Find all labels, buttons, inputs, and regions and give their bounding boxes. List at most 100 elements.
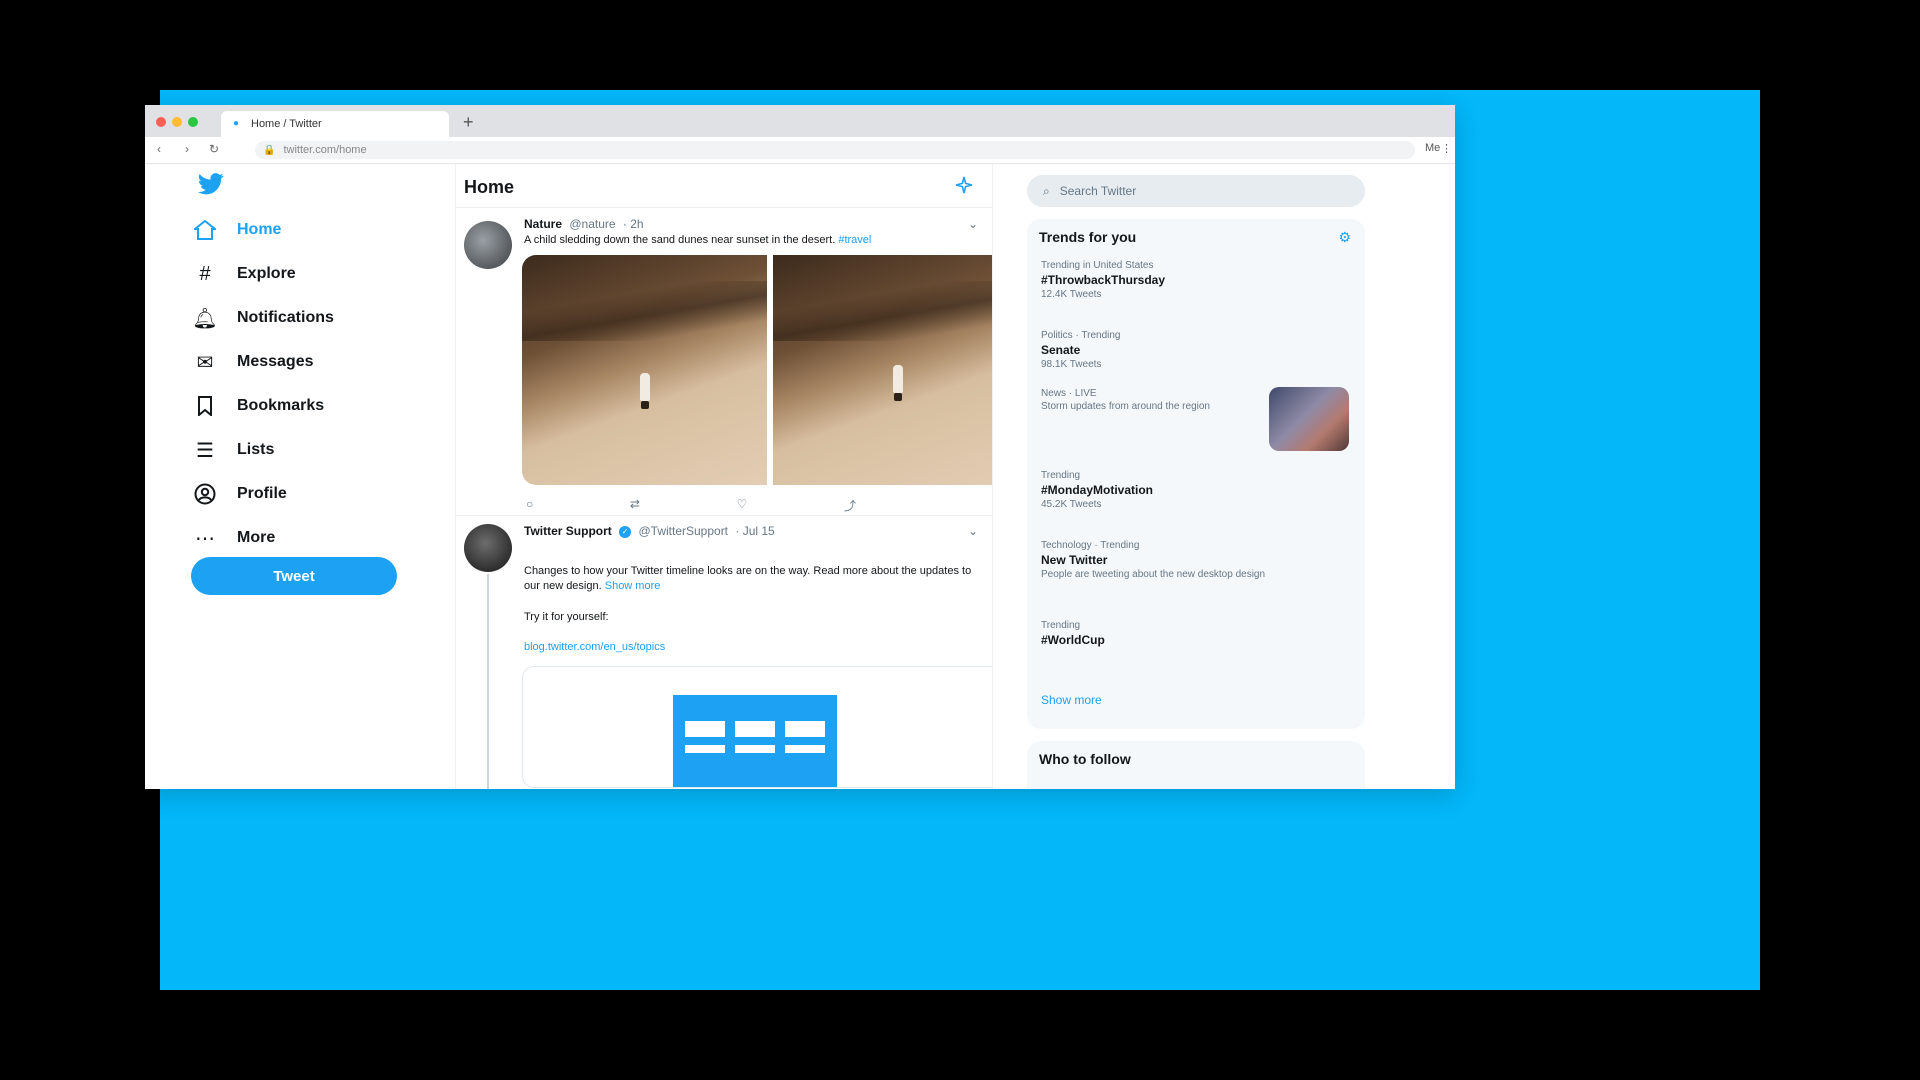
- bookmark-icon: [191, 394, 219, 418]
- news-item[interactable]: News · LIVE Storm updates from around th…: [1041, 387, 1351, 451]
- share-icon[interactable]: ⤴: [844, 497, 856, 514]
- trend-item[interactable]: Trending #WorldCup: [1041, 619, 1351, 648]
- trend-item[interactable]: Trending #MondayMotivation 45.2K Tweets: [1041, 469, 1351, 511]
- sparkle-icon[interactable]: [954, 175, 974, 195]
- close-window-button[interactable]: [156, 117, 166, 127]
- tweet[interactable]: Nature @nature · 2h ⌄ A child sledding d…: [456, 207, 992, 515]
- sidebar-item-notifications[interactable]: 🔔︎ Notifications: [191, 301, 391, 335]
- tweet-author-handle[interactable]: @TwitterSupport: [638, 524, 728, 538]
- retweet-icon[interactable]: ⇄: [630, 497, 640, 514]
- like-icon[interactable]: ♡: [737, 497, 748, 514]
- bell-icon: 🔔︎: [192, 307, 218, 330]
- trend-title: New Twitter: [1041, 553, 1108, 567]
- trend-item[interactable]: Trending in United States #ThrowbackThur…: [1041, 259, 1351, 301]
- tweet-author-name[interactable]: Twitter Support: [524, 524, 612, 538]
- tweet-photo[interactable]: [773, 255, 992, 485]
- tweet-author-name[interactable]: Nature: [524, 217, 562, 231]
- card-logo-image: [673, 695, 837, 787]
- avatar[interactable]: [464, 524, 512, 572]
- trend-count: 45.2K Tweets: [1041, 499, 1102, 510]
- tweet-hashtag-link[interactable]: #travel: [838, 234, 871, 246]
- trend-category: Politics · Trending: [1041, 330, 1121, 341]
- news-thumbnail[interactable]: [1269, 387, 1349, 451]
- tweet-photo[interactable]: [522, 255, 767, 485]
- tweet-url-link[interactable]: blog.twitter.com/en_us/topics: [524, 640, 976, 655]
- tweet-media[interactable]: [522, 255, 992, 485]
- verified-badge-icon: ✓: [619, 525, 632, 538]
- address-bar-url: twitter.com/home: [283, 144, 367, 156]
- tweet-header: Nature @nature · 2h: [524, 217, 644, 231]
- reload-button[interactable]: ↻: [209, 142, 219, 156]
- trends-title: Trends for you: [1039, 229, 1137, 245]
- sidebar-item-label: Bookmarks: [237, 397, 325, 414]
- forward-button[interactable]: ›: [185, 142, 189, 156]
- tweet-timestamp[interactable]: · 2h: [623, 217, 644, 231]
- sidebar-item-messages[interactable]: ✉ Messages: [191, 345, 391, 379]
- more-icon: ⋯: [195, 527, 215, 550]
- twitter-page: Home # Explore 🔔︎ Notifications ✉ Messag…: [145, 163, 1455, 789]
- trend-title: #ThrowbackThursday: [1041, 273, 1166, 287]
- profile-icon: [191, 482, 219, 506]
- tweet-text-body: A child sledding down the sand dunes nea…: [524, 234, 836, 246]
- tweet-timestamp[interactable]: · Jul 15: [735, 524, 774, 538]
- gear-icon[interactable]: ⚙: [1338, 229, 1351, 246]
- sidebar-item-bookmarks[interactable]: Bookmarks: [191, 389, 391, 423]
- home-icon: [191, 218, 219, 242]
- who-to-follow-panel: Who to follow: [1027, 741, 1365, 789]
- show-more-link[interactable]: Show more: [605, 580, 661, 592]
- dune-shadow: [522, 281, 767, 341]
- maximize-window-button[interactable]: [188, 117, 198, 127]
- tweet-menu-chevron-icon[interactable]: ⌄: [968, 217, 978, 231]
- list-icon: ☰: [196, 439, 214, 462]
- profile-button[interactable]: Me: [1425, 142, 1440, 154]
- right-sidebar: ⌕ Search Twitter Trends for you ⚙ Trendi…: [1021, 163, 1371, 789]
- new-tab-button[interactable]: +: [463, 112, 474, 133]
- reply-icon[interactable]: ○: [526, 497, 533, 514]
- address-bar[interactable]: 🔒 twitter.com/home: [255, 141, 1415, 159]
- trend-category: Trending in United States: [1041, 260, 1154, 271]
- sidebar-item-more[interactable]: ⋯ More: [191, 521, 391, 555]
- sidebar-item-profile[interactable]: Profile: [191, 477, 391, 511]
- search-input[interactable]: Search Twitter: [1060, 184, 1136, 198]
- sidebar-item-label: Notifications: [237, 309, 334, 326]
- minimize-window-button[interactable]: [172, 117, 182, 127]
- link-preview-card[interactable]: [522, 666, 992, 788]
- show-more-link[interactable]: Show more: [1041, 693, 1102, 707]
- hashtag-icon: #: [199, 262, 211, 285]
- tweet-menu-chevron-icon[interactable]: ⌄: [968, 524, 978, 538]
- sidebar-item-home[interactable]: Home: [191, 213, 391, 247]
- sidebar-item-label: Lists: [237, 441, 275, 458]
- browser-tab[interactable]: ● Home / Twitter: [221, 111, 449, 137]
- tweet-text-line: Try it for yourself:: [524, 611, 609, 623]
- sidebar-item-lists[interactable]: ☰ Lists: [191, 433, 391, 467]
- browser-window: ● Home / Twitter + ‹ › ↻ 🔒 twitter.com/h…: [145, 105, 1455, 789]
- tweet[interactable]: Twitter Support ✓ @TwitterSupport · Jul …: [456, 515, 992, 789]
- trend-category: Technology · Trending: [1041, 540, 1140, 551]
- trend-title: #WorldCup: [1041, 633, 1105, 647]
- trend-count: 12.4K Tweets: [1041, 289, 1102, 300]
- search-bar[interactable]: ⌕ Search Twitter: [1027, 175, 1365, 207]
- trend-item[interactable]: Technology · Trending New Twitter People…: [1041, 539, 1351, 581]
- tweet-author-handle[interactable]: @nature: [569, 217, 615, 231]
- lock-icon: 🔒: [263, 144, 276, 156]
- tweet-text-body: Changes to how your Twitter timeline loo…: [524, 565, 972, 592]
- browser-tab-bar: ● Home / Twitter +: [145, 105, 1455, 137]
- trend-count: 98.1K Tweets: [1041, 359, 1102, 370]
- twitter-favicon-icon: ●: [233, 118, 240, 129]
- trend-item[interactable]: Politics · Trending Senate 98.1K Tweets: [1041, 329, 1351, 371]
- sidebar-item-label: More: [237, 529, 276, 546]
- who-to-follow-title: Who to follow: [1039, 751, 1131, 767]
- tab-title: Home / Twitter: [251, 118, 322, 130]
- home-timeline: Home Nature @nature · 2h ⌄ A child sledd…: [455, 163, 993, 789]
- twitter-logo-icon[interactable]: [197, 173, 225, 195]
- back-button[interactable]: ‹: [157, 142, 161, 156]
- sidebar-item-label: Messages: [237, 353, 314, 370]
- tweet-button[interactable]: Tweet: [191, 557, 397, 595]
- sidebar-item-explore[interactable]: # Explore: [191, 257, 391, 291]
- news-headline: Storm updates from around the region: [1041, 401, 1210, 412]
- trend-description: People are tweeting about the new deskto…: [1041, 569, 1266, 580]
- dune-shadow: [773, 281, 992, 341]
- avatar[interactable]: [464, 221, 512, 269]
- browser-menu-button[interactable]: ⋮: [1441, 142, 1452, 155]
- sidebar-item-label: Profile: [237, 485, 287, 502]
